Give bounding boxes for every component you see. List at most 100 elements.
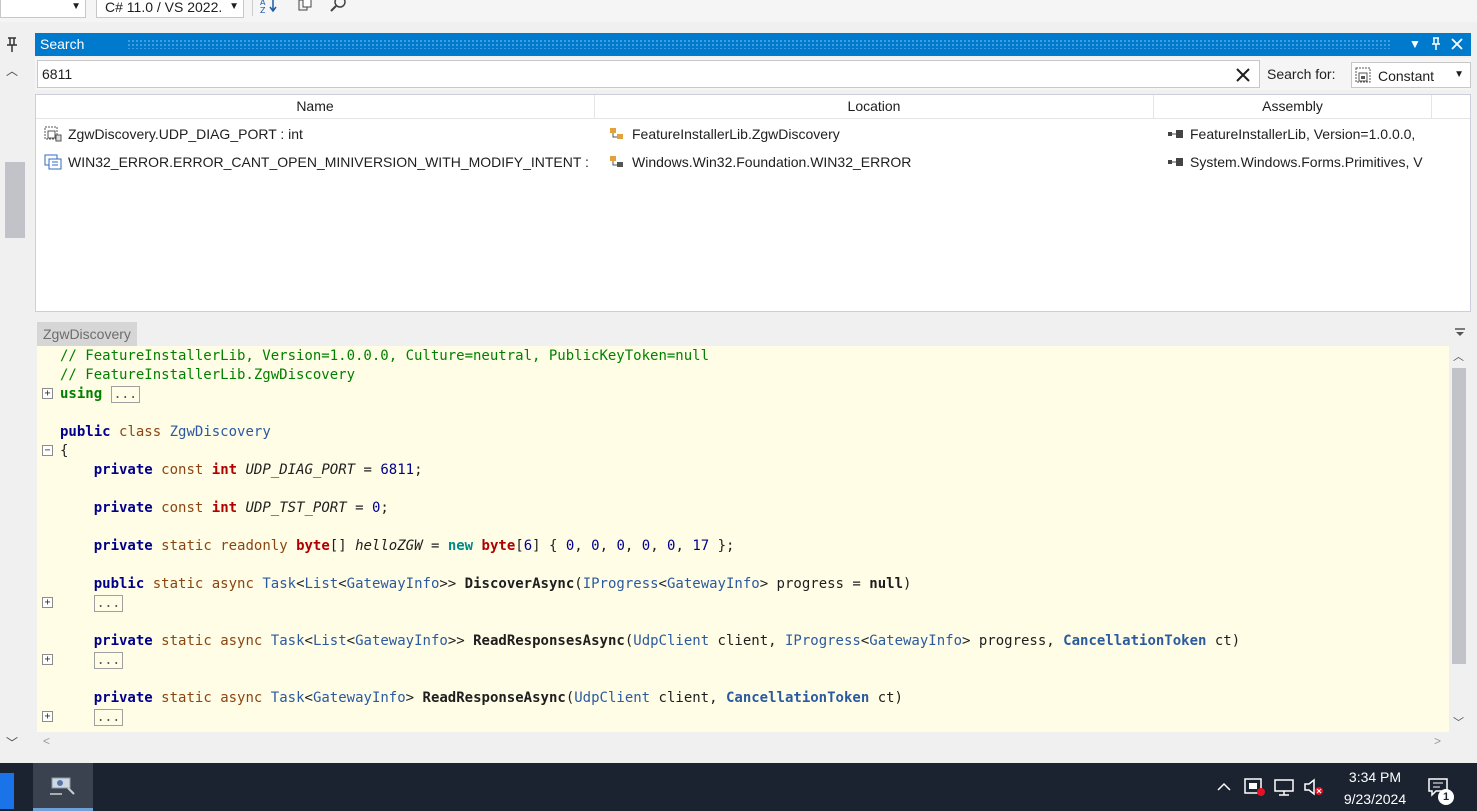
- code-horizontal-scrollbar[interactable]: < >: [37, 732, 1449, 752]
- clock-time[interactable]: 3:34 PM: [1340, 769, 1410, 785]
- result-assembly: System.Windows.Forms.Primitives, V: [1190, 154, 1423, 170]
- search-mode-value: Constant: [1378, 68, 1435, 84]
- toolbar-separator: [252, 0, 253, 16]
- constant-icon: [1355, 67, 1373, 85]
- top-toolbar: ▼ C# 11.0 / VS 2022. ▼ AZ: [0, 0, 1477, 22]
- svg-text:Z: Z: [260, 6, 266, 14]
- decompile-icon[interactable]: [294, 0, 316, 16]
- search-results-list: Name Location Assembly ZgwDiscovery.UDP_…: [35, 94, 1471, 312]
- security-alert-icon[interactable]: [1243, 775, 1267, 799]
- notification-count-badge: 1: [1438, 789, 1454, 805]
- pin-icon[interactable]: [3, 36, 21, 54]
- result-name-cell: ZgwDiscovery.UDP_DIAG_PORT : int: [44, 120, 592, 148]
- expand-icon[interactable]: +: [42, 654, 53, 665]
- code-line-method: private static async Task<GatewayInfo> R…: [93, 690, 903, 706]
- collapsed-region[interactable]: ...: [110, 386, 141, 403]
- collapsed-region[interactable]: ...: [93, 652, 124, 669]
- code-comment: // FeatureInstallerLib, Version=1.0.0.0,…: [60, 347, 709, 366]
- tab-list-dropdown-icon[interactable]: [1453, 326, 1467, 340]
- close-window-icon[interactable]: [1449, 36, 1465, 52]
- code-comment: // FeatureInstallerLib.ZgwDiscovery: [60, 366, 355, 385]
- titlebar-grip: [127, 39, 1391, 49]
- search-window-title: Search: [40, 36, 85, 52]
- code-line-collapsed: ...: [60, 651, 124, 670]
- column-header-name[interactable]: Name: [36, 95, 595, 119]
- result-location-cell: Windows.Win32.Foundation.WIN32_ERROR: [608, 148, 1152, 176]
- scroll-down-icon[interactable]: ﹀: [1453, 714, 1464, 730]
- column-header-location[interactable]: Location: [595, 95, 1154, 119]
- ilspy-app-icon: [50, 777, 75, 795]
- result-name: ZgwDiscovery.UDP_DIAG_PORT : int: [68, 126, 303, 142]
- scroll-left-icon[interactable]: <: [43, 734, 50, 748]
- language-version-value: C# 11.0 / VS 2022.: [105, 0, 223, 15]
- class-icon: [608, 123, 626, 139]
- tab-zgwdiscovery[interactable]: ZgwDiscovery: [37, 322, 137, 346]
- code-line-field: private const int UDP_DIAG_PORT = 6811;: [93, 462, 423, 478]
- result-name: WIN32_ERROR.ERROR_CANT_OPEN_MINIVERSION_…: [68, 154, 592, 170]
- network-icon[interactable]: [1272, 775, 1296, 799]
- expand-icon[interactable]: +: [42, 597, 53, 608]
- editor-tab-strip: ZgwDiscovery: [35, 320, 1471, 346]
- result-assembly-cell: System.Windows.Forms.Primitives, V: [1166, 148, 1426, 176]
- start-button[interactable]: [0, 773, 14, 809]
- collapse-icon[interactable]: −: [42, 445, 53, 456]
- code-line-collapsed: ...: [60, 708, 124, 727]
- volume-muted-icon[interactable]: [1302, 775, 1326, 799]
- result-assembly-cell: FeatureInstallerLib, Version=1.0.0.0,: [1166, 120, 1426, 148]
- search-window-titlebar: Search ▼: [35, 33, 1471, 56]
- left-panel-rail: ︿ ﹀: [0, 22, 28, 758]
- assembly-icon: [1166, 151, 1184, 167]
- code-line-using: using ...: [60, 385, 141, 404]
- scroll-up-icon[interactable]: ︿: [1453, 348, 1464, 364]
- assembly-list-combo[interactable]: ▼: [0, 0, 86, 18]
- results-header: Name Location Assembly: [36, 95, 1470, 119]
- code-line-field: private static readonly byte[] helloZGW …: [93, 538, 735, 554]
- chevron-down-icon: ▼: [1454, 69, 1464, 80]
- scroll-down-icon[interactable]: ﹀: [6, 734, 18, 751]
- scrollbar-thumb[interactable]: [1452, 368, 1466, 664]
- window-menu-dropdown-icon[interactable]: ▼: [1407, 36, 1423, 52]
- result-location-cell: FeatureInstallerLib.ZgwDiscovery: [608, 120, 1152, 148]
- windows-taskbar: 3:34 PM 9/23/2024 1: [0, 763, 1477, 811]
- search-for-label: Search for:: [1267, 66, 1336, 82]
- code-line-brace: {: [60, 443, 69, 459]
- collapsed-region[interactable]: ...: [93, 595, 124, 612]
- code-line-collapsed: ...: [60, 594, 124, 613]
- language-version-combo[interactable]: C# 11.0 / VS 2022. ▼: [96, 0, 244, 18]
- show-hidden-icons-icon[interactable]: [1212, 775, 1236, 799]
- result-assembly: FeatureInstallerLib, Version=1.0.0.0,: [1190, 126, 1416, 142]
- search-icon[interactable]: [328, 0, 350, 16]
- pin-window-icon[interactable]: [1428, 36, 1444, 52]
- collapsed-region[interactable]: ...: [93, 709, 124, 726]
- search-input[interactable]: [37, 60, 1260, 88]
- enum-icon: [608, 151, 626, 167]
- result-location: Windows.Win32.Foundation.WIN32_ERROR: [632, 154, 912, 170]
- scroll-right-icon[interactable]: >: [1434, 734, 1441, 748]
- search-mode-combo[interactable]: Constant ▼: [1351, 62, 1471, 88]
- assembly-icon: [1166, 123, 1184, 139]
- code-line-field: private const int UDP_TST_PORT = 0;: [93, 500, 389, 516]
- assembly-comment: // FeatureInstallerLib, Version=1.0.0.0,…: [60, 348, 710, 364]
- constant-icon: [44, 123, 62, 142]
- scroll-up-icon[interactable]: ︿: [6, 62, 18, 79]
- column-header-assembly[interactable]: Assembly: [1154, 95, 1432, 119]
- code-vertical-scrollbar[interactable]: ︿ ﹀: [1449, 346, 1471, 732]
- sort-icon[interactable]: AZ: [258, 0, 280, 16]
- code-line-class-decl: public class ZgwDiscovery: [60, 424, 271, 440]
- clock-date[interactable]: 9/23/2024: [1330, 791, 1420, 807]
- result-row[interactable]: WIN32_ERROR.ERROR_CANT_OPEN_MINIVERSION_…: [36, 148, 1470, 176]
- type-comment: // FeatureInstallerLib.ZgwDiscovery: [60, 367, 356, 383]
- code-line-method: private static async Task<List<GatewayIn…: [93, 633, 1241, 649]
- search-bar: Search for: Constant ▼: [35, 58, 1471, 90]
- scrollbar-thumb[interactable]: [5, 162, 25, 238]
- taskbar-app-ilspy[interactable]: [33, 763, 93, 811]
- enum-value-icon: [44, 151, 62, 170]
- result-location: FeatureInstallerLib.ZgwDiscovery: [632, 126, 840, 142]
- result-row[interactable]: ZgwDiscovery.UDP_DIAG_PORT : int Feature…: [36, 120, 1470, 148]
- code-line-method: public static async Task<List<GatewayInf…: [93, 576, 912, 592]
- decompiled-code-view[interactable]: // FeatureInstallerLib, Version=1.0.0.0,…: [37, 346, 1449, 732]
- expand-icon[interactable]: +: [42, 388, 53, 399]
- clear-search-icon[interactable]: [1232, 64, 1254, 86]
- result-name-cell: WIN32_ERROR.ERROR_CANT_OPEN_MINIVERSION_…: [44, 148, 592, 176]
- expand-icon[interactable]: +: [42, 711, 53, 722]
